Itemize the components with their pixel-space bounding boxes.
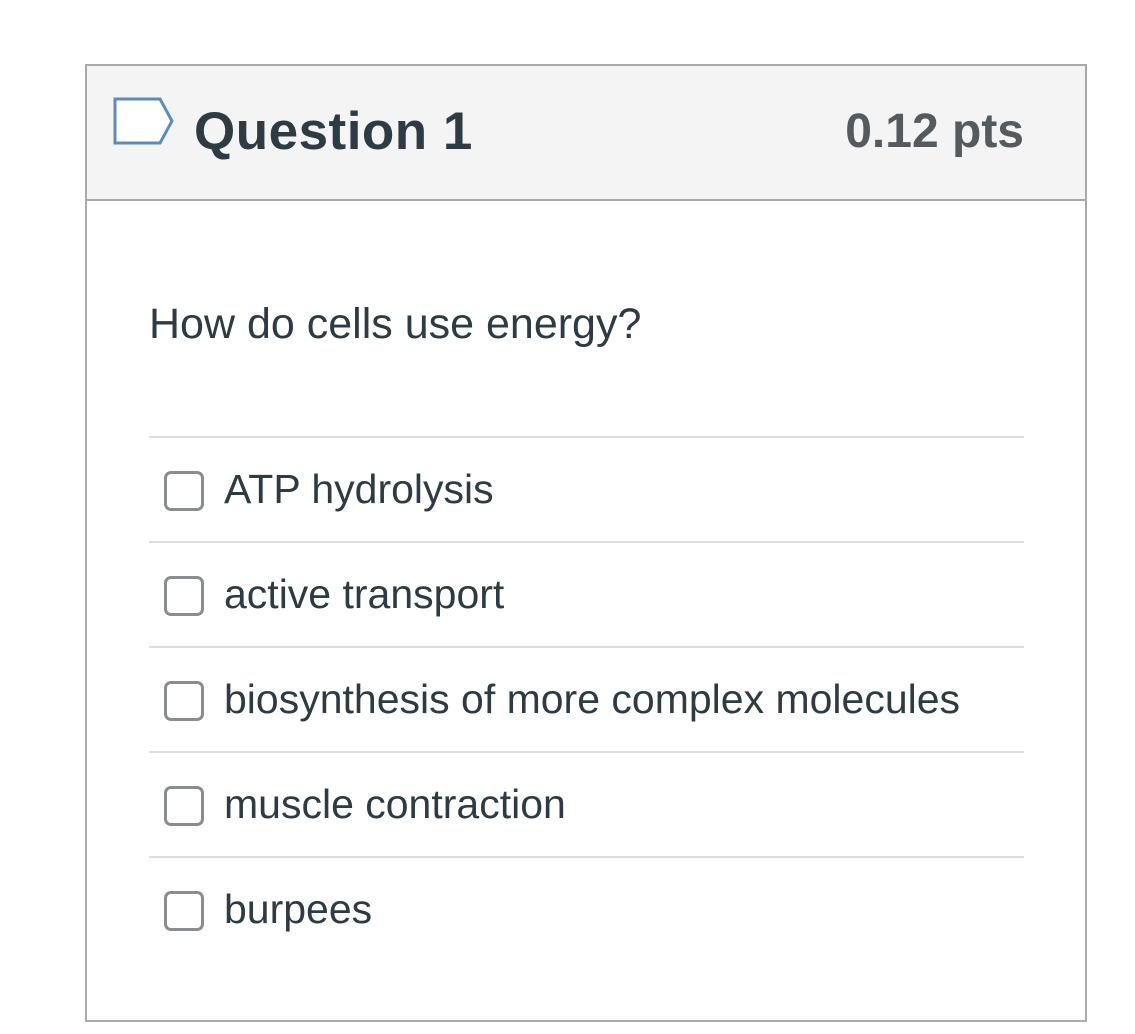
answer-checkbox[interactable] bbox=[164, 786, 204, 826]
answer-checkbox[interactable] bbox=[164, 681, 204, 721]
answer-option[interactable]: active transport bbox=[149, 543, 1024, 648]
answer-label[interactable]: burpees bbox=[224, 883, 372, 935]
answer-option[interactable]: muscle contraction bbox=[149, 753, 1024, 858]
answer-list: ATP hydrolysis active transport biosynth… bbox=[149, 436, 1024, 961]
question-title: Question 1 bbox=[194, 102, 473, 161]
answer-label[interactable]: active transport bbox=[224, 568, 504, 620]
answer-label[interactable]: biosynthesis of more complex molecules bbox=[224, 673, 960, 725]
flag-icon[interactable] bbox=[113, 97, 175, 147]
quiz-page: Question 1 0.12 pts How do cells use ene… bbox=[0, 0, 1135, 1034]
answer-option[interactable]: ATP hydrolysis bbox=[149, 438, 1024, 543]
question-points: 0.12 pts bbox=[845, 105, 1024, 158]
answer-checkbox[interactable] bbox=[164, 471, 204, 511]
answer-label[interactable]: muscle contraction bbox=[224, 778, 566, 830]
answer-checkbox[interactable] bbox=[164, 891, 204, 931]
question-body: How do cells use energy? ATP hydrolysis … bbox=[87, 201, 1085, 961]
question-header: Question 1 0.12 pts bbox=[87, 66, 1085, 201]
answer-option[interactable]: biosynthesis of more complex molecules bbox=[149, 648, 1024, 753]
answer-label[interactable]: ATP hydrolysis bbox=[224, 463, 494, 515]
answer-option[interactable]: burpees bbox=[149, 858, 1024, 961]
question-card: Question 1 0.12 pts How do cells use ene… bbox=[85, 64, 1087, 1022]
question-text: How do cells use energy? bbox=[149, 300, 642, 348]
answer-checkbox[interactable] bbox=[164, 576, 204, 616]
